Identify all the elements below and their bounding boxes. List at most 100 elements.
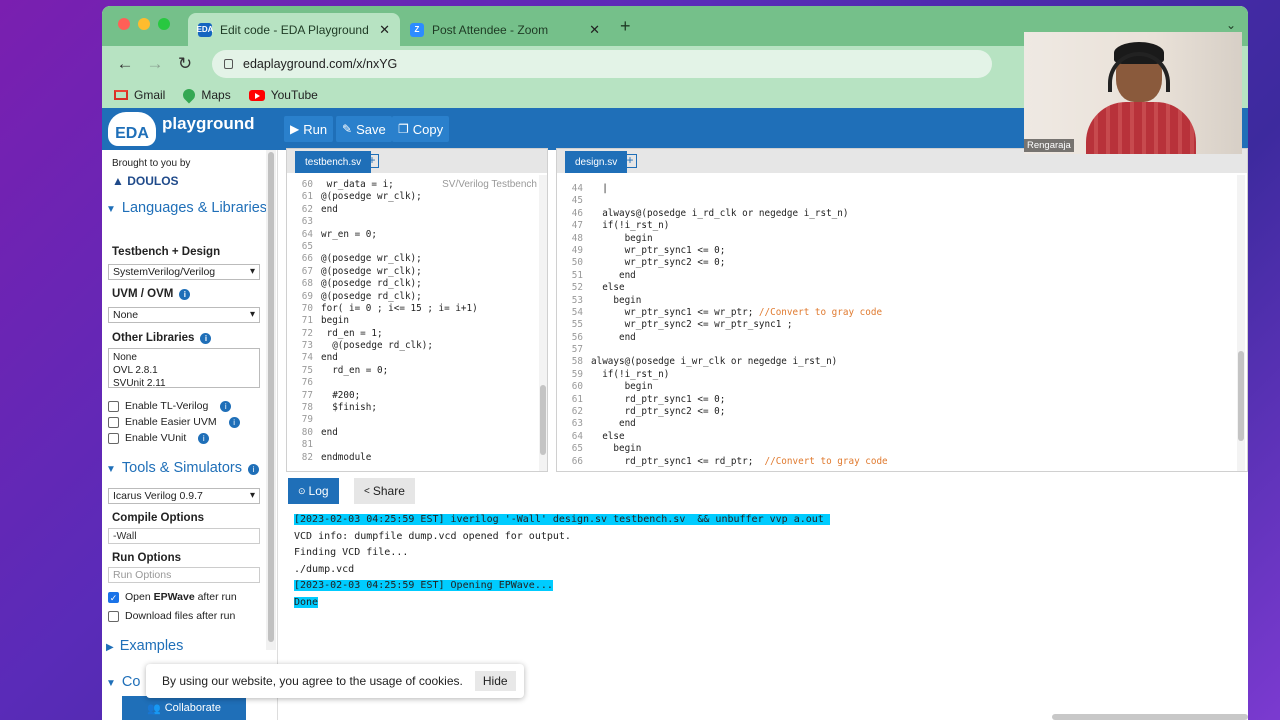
code-line[interactable]: 51 end (563, 270, 1223, 282)
scrollbar-thumb[interactable] (1238, 351, 1244, 441)
reload-icon[interactable]: ↻ (172, 54, 198, 74)
code-line[interactable]: 53 begin (563, 295, 1223, 307)
code-line[interactable]: 48 begin (563, 233, 1223, 245)
code-line[interactable]: 63 (293, 216, 529, 228)
code-line[interactable]: 63 end (563, 418, 1223, 430)
tab-search-icon[interactable]: ⌄ (1226, 18, 1236, 32)
horizontal-scrollbar[interactable] (1052, 714, 1248, 720)
close-tab-icon[interactable]: ✕ (379, 22, 390, 38)
language-select[interactable]: SystemVerilog/Verilog (108, 264, 260, 280)
enable-vunit-checkbox[interactable]: Enable VUnit i (108, 432, 210, 444)
bookmark-gmail[interactable]: Gmail (114, 88, 165, 102)
code-line[interactable]: 79 (293, 414, 529, 426)
code-line[interactable]: 66 @(posedge wr_clk); (293, 253, 529, 265)
code-line[interactable]: 68 @(posedge rd_clk); (293, 278, 529, 290)
code-line[interactable]: 64 wr_en = 0; (293, 229, 529, 241)
scrollbar-thumb[interactable] (268, 152, 274, 642)
code-line[interactable]: 61 @(posedge wr_clk); (293, 191, 529, 203)
code-line[interactable]: 77 #200; (293, 390, 529, 402)
list-item[interactable]: OVL 2.8.1 (113, 364, 255, 377)
tab-testbench[interactable]: testbench.sv (295, 151, 372, 173)
code-line[interactable]: 81 (293, 439, 529, 451)
code-line[interactable]: 47 if(!i_rst_n) (563, 220, 1223, 232)
code-line[interactable]: 57 (563, 344, 1223, 356)
code-line[interactable]: 50 wr_ptr_sync2 <= 0; (563, 257, 1223, 269)
tab-zoom[interactable]: Z Post Attendee - Zoom ✕ (400, 13, 610, 46)
checkbox[interactable] (108, 416, 119, 428)
list-item[interactable]: SVUnit 2.11 (113, 377, 255, 390)
help-icon[interactable]: i (200, 333, 212, 344)
eda-playground-logo[interactable]: EDA playground (108, 110, 260, 148)
design-code-editor[interactable]: 44 | 45 46 always@(posedge i_rd_clk or neg… (563, 183, 1223, 468)
checkbox-checked[interactable]: ✓ (108, 591, 119, 603)
code-line[interactable]: 67 @(posedge wr_clk); (293, 266, 529, 278)
code-line[interactable]: 60 begin (563, 381, 1223, 393)
checkbox[interactable] (108, 432, 119, 444)
code-line[interactable]: 59 if(!i_rst_n) (563, 369, 1223, 381)
help-icon[interactable]: i (228, 416, 240, 428)
run-button[interactable]: ▶ Run (284, 116, 334, 142)
forward-icon[interactable]: → (142, 54, 168, 74)
code-line[interactable]: 71 begin (293, 315, 529, 327)
code-line[interactable]: 65 begin (563, 443, 1223, 455)
help-icon[interactable]: i (198, 432, 210, 444)
bookmark-youtube[interactable]: YouTube (248, 88, 318, 102)
code-line[interactable]: 46 always@(posedge i_rd_clk or negedge i… (563, 208, 1223, 220)
code-line[interactable]: 82 endmodule (293, 452, 529, 464)
address-bar[interactable]: edaplayground.com/x/nxYG (212, 50, 992, 78)
compile-options-input[interactable]: -Wall (108, 528, 260, 544)
simulator-select[interactable]: Icarus Verilog 0.9.7 (108, 488, 260, 504)
code-line[interactable]: 66 rd_ptr_sync1 <= rd_ptr; //Convert to … (563, 456, 1223, 468)
code-line[interactable]: 52 else (563, 282, 1223, 294)
code-line[interactable]: 56 end (563, 332, 1223, 344)
help-icon[interactable]: i (179, 289, 191, 300)
enable-easier-uvm-checkbox[interactable]: Enable Easier UVM i (108, 416, 240, 428)
code-line[interactable]: 61 rd_ptr_sync1 <= 0; (563, 394, 1223, 406)
minimize-window-button[interactable] (138, 18, 150, 30)
tab-design[interactable]: design.sv (565, 151, 628, 173)
code-line[interactable]: 78 $finish; (293, 402, 529, 414)
code-line[interactable]: 55 wr_ptr_sync2 <= wr_ptr_sync1 ; (563, 319, 1223, 331)
save-button[interactable]: ✎ Save (336, 116, 392, 142)
new-tab-icon[interactable]: + (620, 16, 631, 37)
code-line[interactable]: 49 wr_ptr_sync1 <= 0; (563, 245, 1223, 257)
download-files-checkbox[interactable]: Download files after run (108, 610, 235, 622)
sidebar-scrollbar[interactable] (266, 150, 276, 650)
tab-share[interactable]: < Share (354, 478, 415, 504)
checkbox[interactable] (108, 610, 119, 622)
run-options-input[interactable]: Run Options (108, 567, 260, 583)
code-line[interactable]: 44 | (563, 183, 1223, 195)
collaborate-button[interactable]: 👥 Collaborate (122, 696, 246, 720)
code-line[interactable]: 76 (293, 377, 529, 389)
examples-section-toggle[interactable]: ▶ Examples (106, 638, 183, 654)
doulos-logo[interactable]: ▲ DOULOS (112, 174, 179, 188)
collaborate-section-toggle[interactable]: ▼ Co (106, 674, 140, 690)
help-icon[interactable]: i (247, 464, 259, 475)
design-scrollbar[interactable] (1237, 175, 1245, 471)
code-line[interactable]: 58 always@(posedge i_wr_clk or negedge i_… (563, 356, 1223, 368)
scrollbar-thumb[interactable] (540, 385, 546, 455)
zoom-video-thumbnail[interactable]: Rengaraja (1024, 32, 1242, 154)
close-tab-icon[interactable]: ✕ (589, 22, 600, 38)
testbench-scrollbar[interactable] (539, 175, 547, 471)
close-window-button[interactable] (118, 18, 130, 30)
copy-button[interactable]: ❐ Copy (392, 116, 450, 142)
hide-cookie-button[interactable]: Hide (474, 671, 516, 691)
other-libraries-list[interactable]: None OVL 2.8.1 SVUnit 2.11 (108, 348, 260, 390)
testbench-code-editor[interactable]: 60 wr_data = i; 61 @(posedge wr_clk); 62 end… (293, 179, 529, 464)
code-line[interactable]: 69 @(posedge rd_clk); (293, 291, 529, 303)
code-line[interactable]: 80 end (293, 427, 529, 439)
code-line[interactable]: 64 else (563, 431, 1223, 443)
maximize-window-button[interactable] (158, 18, 170, 30)
checkbox[interactable] (108, 400, 119, 412)
code-line[interactable]: 70 for( i= 0 ; i<= 15 ; i= i+1) (293, 303, 529, 315)
tools-section-toggle[interactable]: ▼ Tools & Simulators i (106, 460, 259, 476)
code-line[interactable]: 45 (563, 195, 1223, 207)
bookmark-maps[interactable]: Maps (180, 86, 231, 104)
code-line[interactable]: 73 @(posedge rd_clk); (293, 340, 529, 352)
code-line[interactable]: 54 wr_ptr_sync1 <= wr_ptr; //Convert to … (563, 307, 1223, 319)
back-icon[interactable]: ← (112, 54, 138, 74)
code-line[interactable]: 65 (293, 241, 529, 253)
code-line[interactable]: 62 end (293, 204, 529, 216)
languages-section-toggle[interactable]: ▼ Languages & Libraries (106, 200, 267, 216)
